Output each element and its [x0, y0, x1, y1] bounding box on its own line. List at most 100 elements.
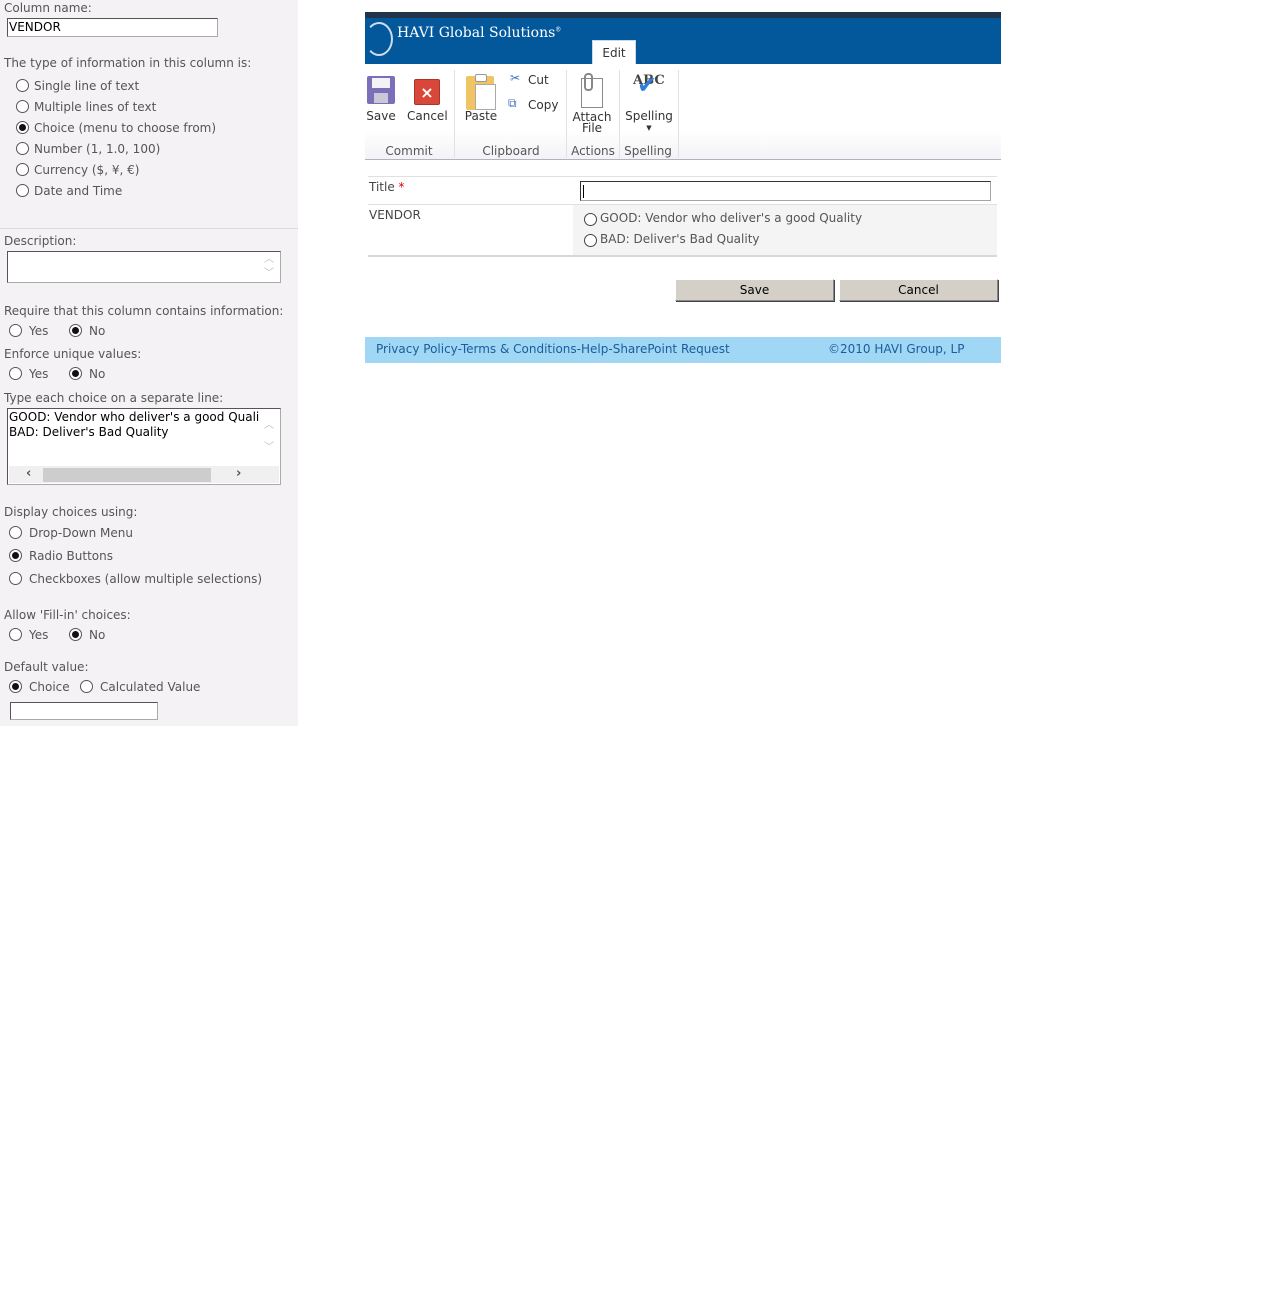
attachment-icon: [581, 73, 603, 108]
section-divider: [0, 228, 298, 229]
title-field-label: Title *: [369, 180, 405, 194]
scroll-up-icon[interactable]: ︿: [264, 421, 274, 431]
row-divider: [368, 176, 997, 177]
default-choice-label: Choice: [29, 680, 70, 694]
ribbon-save-label: Save: [366, 109, 396, 123]
description-label: Description:: [4, 234, 77, 248]
ribbon-cut-button[interactable]: ✂ Cut: [508, 71, 553, 89]
ribbon-separator: [678, 70, 679, 158]
footer-link-privacy-policy[interactable]: Privacy Policy: [376, 342, 458, 356]
vendor-choices: GOOD: Vendor who deliver's a good Qualit…: [573, 205, 997, 255]
display-checkboxes-radio[interactable]: [9, 572, 22, 585]
default-label: Default value:: [4, 660, 89, 674]
type-option-label: Choice (menu to choose from): [34, 121, 217, 135]
description-textarea[interactable]: [7, 251, 281, 283]
fillin-label: Allow 'Fill-in' choices:: [4, 608, 131, 622]
brand-mark: ®: [555, 26, 562, 34]
column-name-input[interactable]: VENDOR: [7, 18, 218, 37]
display-option-label: Radio Buttons: [29, 549, 113, 563]
footer-link-sharepoint-request[interactable]: SharePoint Request: [613, 342, 730, 356]
default-calculated-radio[interactable]: [80, 680, 93, 693]
footer-link-terms[interactable]: Terms & Conditions: [461, 342, 577, 356]
scroll-down-icon[interactable]: ﹀: [264, 269, 274, 279]
type-radio-choice[interactable]: [16, 121, 29, 134]
ribbon-spelling-label: Spelling: [625, 109, 673, 123]
require-label: Require that this column contains inform…: [4, 304, 284, 318]
display-dropdown-radio[interactable]: [9, 526, 22, 539]
fillin-yes-radio[interactable]: [9, 628, 22, 641]
require-no-radio[interactable]: [69, 324, 82, 337]
require-no-label: No: [89, 324, 106, 338]
ribbon-cancel-button[interactable]: × Cancel: [407, 76, 448, 126]
require-yes-label: Yes: [29, 324, 49, 338]
default-value-input[interactable]: [10, 702, 158, 720]
horizontal-scrollbar[interactable]: ‹ ›: [9, 466, 279, 483]
dropdown-arrow-icon[interactable]: ▼: [623, 123, 675, 134]
type-radio-currency[interactable]: [16, 163, 29, 176]
type-option-label: Currency ($, ¥, €): [34, 163, 140, 177]
default-choice-radio[interactable]: [9, 680, 22, 693]
floppy-disk-icon: [367, 76, 395, 104]
display-option-label: Checkboxes (allow multiple selections): [29, 572, 263, 586]
checkmark-icon: ✔: [637, 71, 658, 99]
type-option-label: Single line of text: [34, 79, 140, 93]
scroll-down-icon[interactable]: ﹀: [264, 443, 274, 453]
type-label: The type of information in this column i…: [4, 56, 252, 70]
type-radio-date-time[interactable]: [16, 184, 29, 197]
footer-link-help[interactable]: Help: [581, 342, 608, 356]
type-option-label: Number (1, 1.0, 100): [34, 142, 161, 156]
vendor-good-radio[interactable]: [584, 213, 597, 226]
display-radio-buttons-radio[interactable]: [9, 549, 22, 562]
cancel-button[interactable]: Cancel: [839, 279, 998, 301]
type-option-label: Multiple lines of text: [34, 100, 157, 114]
save-button[interactable]: Save: [675, 279, 834, 301]
unique-yes-radio[interactable]: [9, 367, 22, 380]
ribbon-group-commit: Commit: [385, 144, 433, 158]
ribbon-save-button[interactable]: Save: [365, 76, 397, 126]
type-radio-multi-line[interactable]: [16, 100, 29, 113]
ribbon-copy-label: Copy: [528, 98, 559, 112]
ribbon-attach-label-line2: File: [581, 121, 603, 135]
require-yes-radio[interactable]: [9, 324, 22, 337]
scrollbar-thumb[interactable]: [43, 468, 211, 482]
type-radio-single-line[interactable]: [16, 79, 29, 92]
vendor-field-label: VENDOR: [369, 208, 421, 222]
fillin-yes-label: Yes: [29, 628, 49, 642]
column-settings-panel: Column name: VENDOR The type of informat…: [0, 0, 298, 726]
copy-icon: ⧉: [508, 96, 517, 110]
ribbon-copy-button[interactable]: ⧉ Copy: [508, 96, 559, 114]
choices-textarea[interactable]: GOOD: Vendor who deliver's a good Quali …: [7, 408, 281, 485]
form-bottom-divider: [368, 255, 997, 257]
choices-label: Type each choice on a separate line:: [4, 391, 224, 405]
fillin-no-label: No: [89, 628, 106, 642]
unique-no-radio[interactable]: [69, 367, 82, 380]
title-input[interactable]: [580, 181, 991, 201]
scissors-icon: ✂: [510, 71, 521, 85]
site-banner: HAVI Global Solutions®: [365, 18, 1001, 64]
choices-text[interactable]: GOOD: Vendor who deliver's a good Quali …: [9, 410, 259, 440]
required-indicator: *: [398, 180, 405, 194]
unique-label: Enforce unique values:: [4, 347, 142, 361]
ribbon-cut-label: Cut: [528, 73, 549, 87]
column-name-label: Column name:: [4, 1, 92, 15]
scroll-left-icon[interactable]: ‹: [26, 466, 31, 481]
type-radio-number[interactable]: [16, 142, 29, 155]
fillin-no-radio[interactable]: [69, 628, 82, 641]
scroll-right-icon[interactable]: ›: [236, 466, 241, 481]
footer-links: Privacy Policy-Terms & Conditions-Help-S…: [376, 342, 730, 356]
ribbon: Save × Cancel Commit Paste ✂ Cut ⧉ Copy …: [365, 64, 1001, 160]
type-option-label: Date and Time: [34, 184, 123, 198]
display-label: Display choices using:: [4, 505, 138, 519]
ribbon-group-actions: Actions: [571, 144, 615, 158]
unique-no-label: No: [89, 367, 106, 381]
tab-edit[interactable]: Edit: [592, 40, 636, 65]
brand-logo: HAVI Global Solutions®: [397, 25, 561, 41]
ribbon-paste-button[interactable]: Paste: [463, 74, 499, 126]
clipboard-icon: [466, 74, 496, 110]
ribbon-attach-file-button[interactable]: Attach File: [571, 73, 613, 135]
vendor-bad-radio[interactable]: [584, 234, 597, 247]
footer: Privacy Policy-Terms & Conditions-Help-S…: [365, 337, 1001, 363]
ribbon-spelling-button[interactable]: ABC ✔ Spelling ▼: [623, 72, 675, 136]
title-label-text: Title: [369, 180, 395, 194]
scroll-up-icon[interactable]: ︿: [264, 255, 274, 265]
